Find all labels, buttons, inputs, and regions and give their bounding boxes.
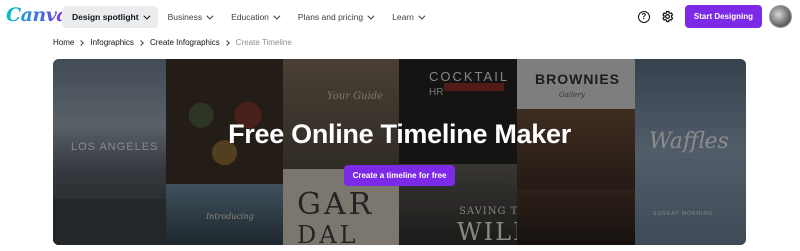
breadcrumb-home[interactable]: Home xyxy=(53,38,74,47)
hero-banner: LOS ANGELES Your Guide COCKTAIL HR BROWN… xyxy=(53,59,746,245)
breadcrumb: Home Infographics Create Infographics Cr… xyxy=(53,38,292,47)
top-nav: Canva Design spotlight Business Educatio… xyxy=(0,0,800,34)
help-button[interactable]: ? xyxy=(637,10,651,24)
canva-logo[interactable]: Canva xyxy=(6,4,69,26)
nav-actions: ? Start Designing xyxy=(637,5,792,28)
avatar[interactable] xyxy=(769,5,792,28)
chevron-down-icon xyxy=(367,12,375,20)
chevron-right-icon xyxy=(223,39,230,46)
chevron-down-icon xyxy=(418,12,426,20)
page-title: Free Online Timeline Maker xyxy=(228,119,571,149)
create-timeline-button[interactable]: Create a timeline for free xyxy=(344,165,455,186)
chevron-right-icon xyxy=(78,39,85,46)
breadcrumb-create-infographics[interactable]: Create Infographics xyxy=(150,38,220,47)
start-designing-button[interactable]: Start Designing xyxy=(684,5,762,28)
menu-learn[interactable]: Learn xyxy=(382,6,433,28)
help-icon: ? xyxy=(637,10,650,23)
chevron-down-icon xyxy=(206,12,214,20)
chevron-right-icon xyxy=(138,39,144,46)
settings-button[interactable] xyxy=(661,10,675,24)
menu-plans-and-pricing[interactable]: Plans and pricing xyxy=(288,6,382,28)
menu-education[interactable]: Education xyxy=(221,6,288,28)
chevron-down-icon xyxy=(273,12,281,20)
menu-business[interactable]: Business xyxy=(158,6,222,28)
gear-icon xyxy=(662,10,674,23)
main-menu: Design spotlight Business Education Plan… xyxy=(62,6,433,28)
breadcrumb-infographics[interactable]: Infographics xyxy=(90,38,134,47)
hero-overlay xyxy=(53,59,746,245)
menu-design-spotlight[interactable]: Design spotlight xyxy=(62,6,158,28)
breadcrumb-current: Create Timeline xyxy=(235,38,292,47)
chevron-down-icon xyxy=(142,12,151,20)
